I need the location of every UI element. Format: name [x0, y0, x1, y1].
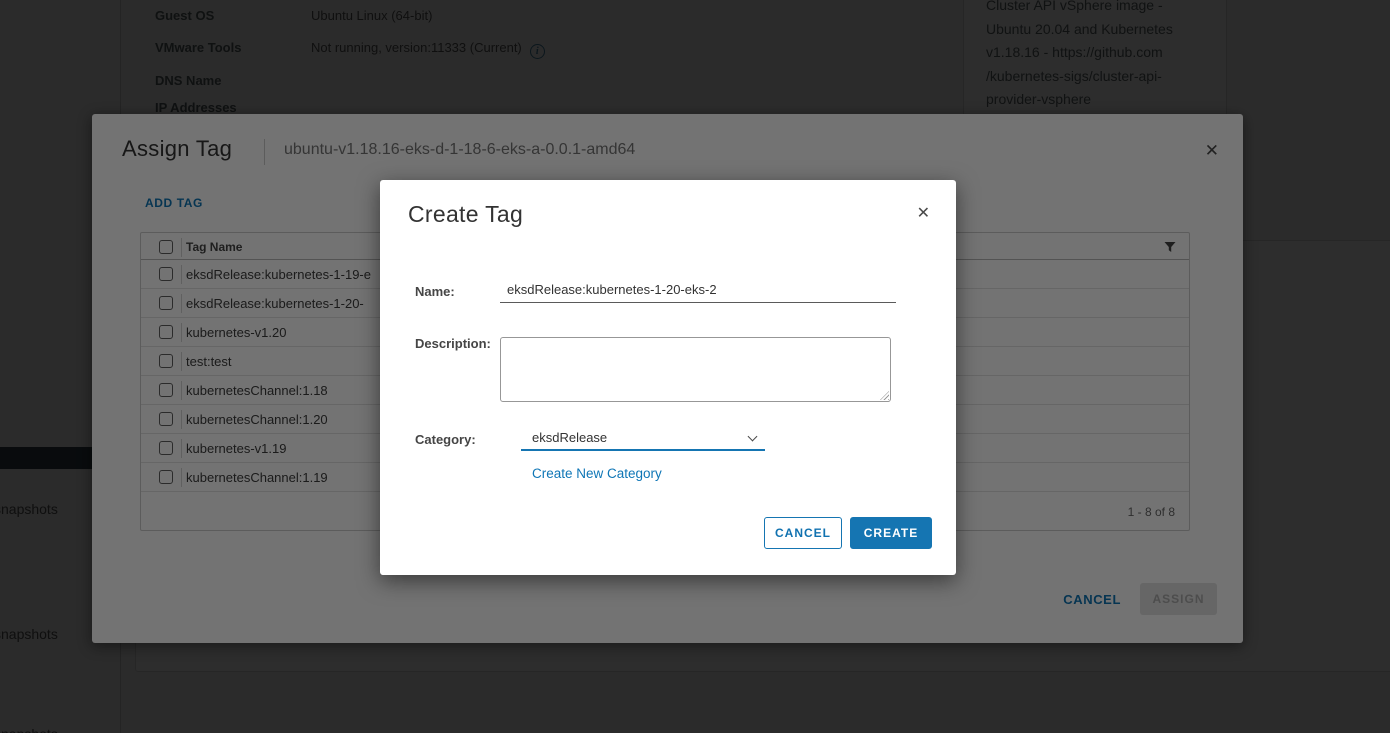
- category-selected-value: eksdRelease: [532, 430, 607, 445]
- close-icon[interactable]: ✕: [917, 206, 930, 222]
- create-modal-cancel-button[interactable]: CANCEL: [764, 517, 842, 549]
- create-tag-modal: Create Tag ✕ Name: Description: Category…: [380, 180, 956, 575]
- description-label: Description:: [415, 336, 491, 351]
- create-button[interactable]: CREATE: [850, 517, 932, 549]
- description-textarea[interactable]: [500, 337, 891, 402]
- chevron-down-icon: [748, 432, 758, 442]
- category-label: Category:: [415, 432, 476, 447]
- category-select[interactable]: eksdRelease: [521, 426, 765, 451]
- name-label: Name:: [415, 284, 455, 299]
- name-input[interactable]: [500, 278, 896, 303]
- create-modal-title: Create Tag: [408, 201, 523, 228]
- create-new-category-link[interactable]: Create New Category: [532, 466, 662, 481]
